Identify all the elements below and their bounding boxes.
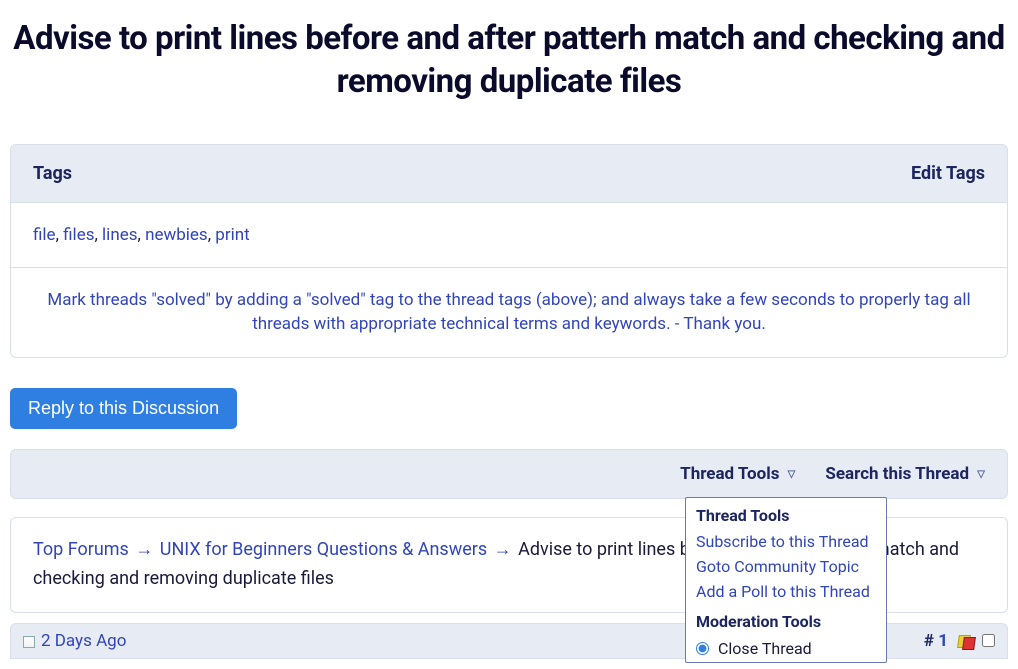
- page-title: Advise to print lines before and after p…: [10, 18, 1008, 104]
- thread-tools-label: Thread Tools: [680, 464, 779, 484]
- dropdown-radio-close-thread[interactable]: Close Thread: [686, 635, 886, 662]
- search-thread-label: Search this Thread: [825, 464, 969, 484]
- breadcrumb-forum[interactable]: UNIX for Beginners Questions & Answers: [160, 539, 487, 560]
- post-select-checkbox[interactable]: [982, 634, 995, 647]
- close-thread-label: Close Thread: [718, 639, 812, 658]
- dropdown-item-goto-topic[interactable]: Goto Community Topic: [686, 554, 886, 579]
- post-number-link[interactable]: 1: [938, 631, 948, 651]
- reply-button[interactable]: Reply to this Discussion: [10, 388, 237, 429]
- dropdown-section-title: Thread Tools: [686, 498, 886, 529]
- edit-tags-link[interactable]: Edit Tags: [911, 163, 985, 184]
- post-date[interactable]: 2 Days Ago: [41, 631, 126, 651]
- chevron-down-icon: ▽: [977, 469, 985, 480]
- tag-link[interactable]: lines: [102, 225, 137, 245]
- arrow-right-icon: →: [494, 536, 512, 565]
- cards-icon[interactable]: [954, 635, 974, 651]
- tags-list: file, files, lines, newbies, print: [11, 203, 1007, 268]
- tag-link[interactable]: file: [33, 225, 56, 245]
- tags-panel: Tags Edit Tags file, files, lines, newbi…: [10, 144, 1008, 358]
- dropdown-item-add-poll[interactable]: Add a Poll to this Thread: [686, 579, 886, 604]
- tags-panel-head: Tags Edit Tags: [11, 145, 1007, 203]
- tag-advice: Mark threads "solved" by adding a "solve…: [11, 268, 1007, 357]
- chevron-down-icon: ▽: [788, 469, 796, 480]
- envelope-icon: [23, 636, 35, 648]
- tag-link[interactable]: files: [63, 225, 94, 245]
- thread-tools-dropdown: Thread Tools Subscribe to this Thread Go…: [685, 497, 887, 663]
- thread-toolbar: Thread Tools ▽ Search this Thread ▽ Thre…: [10, 449, 1008, 499]
- search-thread-menu[interactable]: Search this Thread ▽: [825, 464, 985, 484]
- thread-tools-menu[interactable]: Thread Tools ▽: [680, 464, 795, 484]
- tag-link[interactable]: newbies: [145, 225, 208, 245]
- tag-link[interactable]: print: [215, 225, 249, 245]
- tags-heading: Tags: [33, 163, 72, 184]
- dropdown-section-title: Moderation Tools: [686, 604, 886, 635]
- breadcrumb-top-forums[interactable]: Top Forums: [33, 539, 129, 560]
- post-number: # 1: [924, 631, 948, 651]
- arrow-right-icon: →: [135, 536, 153, 565]
- dropdown-item-subscribe[interactable]: Subscribe to this Thread: [686, 529, 886, 554]
- close-thread-radio[interactable]: [696, 642, 709, 655]
